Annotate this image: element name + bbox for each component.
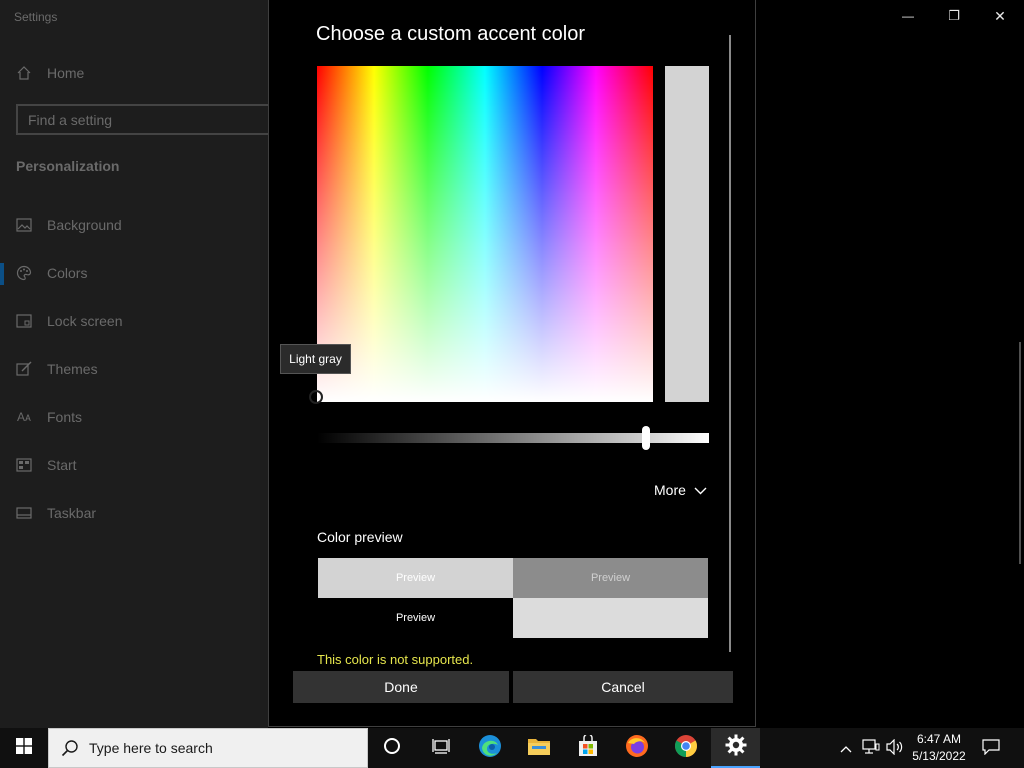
settings-sidebar: Settings Home Find a setting Personaliza… (0, 0, 268, 728)
task-view-icon (431, 738, 450, 759)
maximize-button[interactable]: ❐ (931, 4, 977, 28)
done-label: Done (384, 679, 418, 695)
cortana-icon (383, 737, 401, 760)
color-spectrum[interactable] (317, 66, 653, 402)
sidebar-item-themes[interactable]: Themes (16, 357, 98, 381)
sidebar-item-label: Background (47, 217, 122, 233)
brush-icon (16, 361, 32, 377)
edge-icon (478, 734, 502, 763)
store-icon (577, 732, 599, 762)
sidebar-item-start[interactable]: Start (16, 453, 77, 477)
sidebar-item-label: Start (47, 457, 77, 473)
clock-date: 5/13/2022 (912, 749, 966, 763)
sidebar-item-fonts[interactable]: Aᴀ Fonts (16, 405, 82, 429)
volume-icon (886, 738, 904, 758)
sidebar-item-label: Lock screen (47, 313, 123, 329)
app-title: Settings (14, 10, 58, 24)
chevron-up-icon (840, 741, 852, 756)
taskbar: Type here to search 6:47 AM 5/13/2022 (0, 728, 1024, 768)
chevron-down-icon (694, 482, 707, 498)
notification-icon (982, 738, 1000, 758)
find-setting-input[interactable]: Find a setting (16, 104, 268, 135)
file-explorer-icon (527, 736, 551, 761)
close-icon: ✕ (994, 7, 1006, 24)
home-label: Home (47, 65, 85, 81)
volume-button[interactable] (884, 728, 906, 768)
dialog-scrollbar[interactable] (729, 35, 731, 652)
cancel-button[interactable]: Cancel (513, 671, 733, 703)
image-icon (16, 217, 32, 233)
page-scrollbar[interactable] (1019, 342, 1021, 564)
network-icon (862, 738, 880, 758)
palette-icon (16, 265, 32, 281)
sidebar-item-colors[interactable]: Colors (16, 261, 87, 285)
dialog-title: Choose a custom accent color (316, 23, 586, 45)
sidebar-item-label: Colors (47, 265, 88, 281)
search-placeholder: Find a setting (28, 111, 113, 128)
action-center-button[interactable] (976, 728, 1006, 768)
settings-gear-icon (725, 734, 747, 761)
preview-mid: Preview (513, 558, 708, 598)
more-button[interactable]: More (654, 482, 707, 498)
done-button[interactable]: Done (293, 671, 509, 703)
file-explorer-taskbar-button[interactable] (514, 728, 563, 768)
font-icon: Aᴀ (17, 410, 31, 424)
color-picker-handle[interactable] (309, 390, 323, 404)
taskbar-icon (16, 505, 32, 521)
sidebar-item-label: Themes (47, 361, 98, 377)
preview-text: Preview (590, 572, 631, 584)
sidebar-item-label: Fonts (47, 409, 83, 425)
preview-dark: Preview (318, 598, 513, 638)
search-icon (61, 739, 79, 757)
cortana-button[interactable] (367, 728, 416, 768)
start-icon (16, 457, 32, 473)
more-label: More (654, 482, 686, 498)
selected-color-swatch (665, 66, 709, 402)
home-icon (16, 65, 32, 81)
preview-text: Preview (395, 572, 436, 584)
show-hidden-icons-button[interactable] (836, 728, 856, 768)
task-view-button[interactable] (416, 728, 465, 768)
clock-time: 6:47 AM (916, 732, 962, 746)
network-button[interactable] (860, 728, 882, 768)
edge-taskbar-button[interactable] (465, 728, 514, 768)
restore-icon: ❐ (948, 8, 960, 23)
chrome-taskbar-button[interactable] (661, 728, 710, 768)
preview-light: Preview (318, 558, 513, 598)
tooltip-text: Light gray (289, 352, 342, 366)
taskbar-clock[interactable]: 6:47 AM 5/13/2022 (906, 731, 972, 765)
color-preview-heading: Color preview (317, 529, 403, 545)
cancel-label: Cancel (601, 679, 645, 695)
brightness-slider[interactable] (317, 433, 709, 443)
minimize-icon: — (902, 9, 914, 23)
preview-text: Preview (395, 612, 436, 624)
chrome-icon (674, 734, 698, 763)
minimize-button[interactable]: — (885, 4, 931, 28)
taskbar-search-box[interactable]: Type here to search (48, 728, 368, 768)
brightness-slider-thumb[interactable] (642, 426, 650, 450)
sidebar-item-taskbar[interactable]: Taskbar (16, 501, 96, 525)
settings-taskbar-button[interactable] (711, 728, 760, 768)
taskbar-search-placeholder: Type here to search (89, 740, 213, 756)
sidebar-item-background[interactable]: Background (16, 213, 122, 237)
unsupported-color-warning: This color is not supported. (317, 652, 474, 667)
lock-screen-icon (16, 313, 32, 329)
firefox-icon (625, 734, 649, 763)
windows-logo-icon (16, 737, 32, 759)
sidebar-item-label: Taskbar (47, 505, 97, 521)
store-taskbar-button[interactable] (563, 728, 612, 768)
start-button[interactable] (0, 728, 48, 768)
section-heading: Personalization (16, 158, 120, 174)
sidebar-item-lock-screen[interactable]: Lock screen (16, 309, 122, 333)
color-name-tooltip: Light gray (280, 344, 351, 374)
selected-indicator (0, 263, 4, 285)
firefox-taskbar-button[interactable] (612, 728, 661, 768)
close-button[interactable]: ✕ (977, 4, 1023, 28)
home-nav-item[interactable]: Home (16, 61, 84, 85)
preview-pale (513, 598, 708, 638)
